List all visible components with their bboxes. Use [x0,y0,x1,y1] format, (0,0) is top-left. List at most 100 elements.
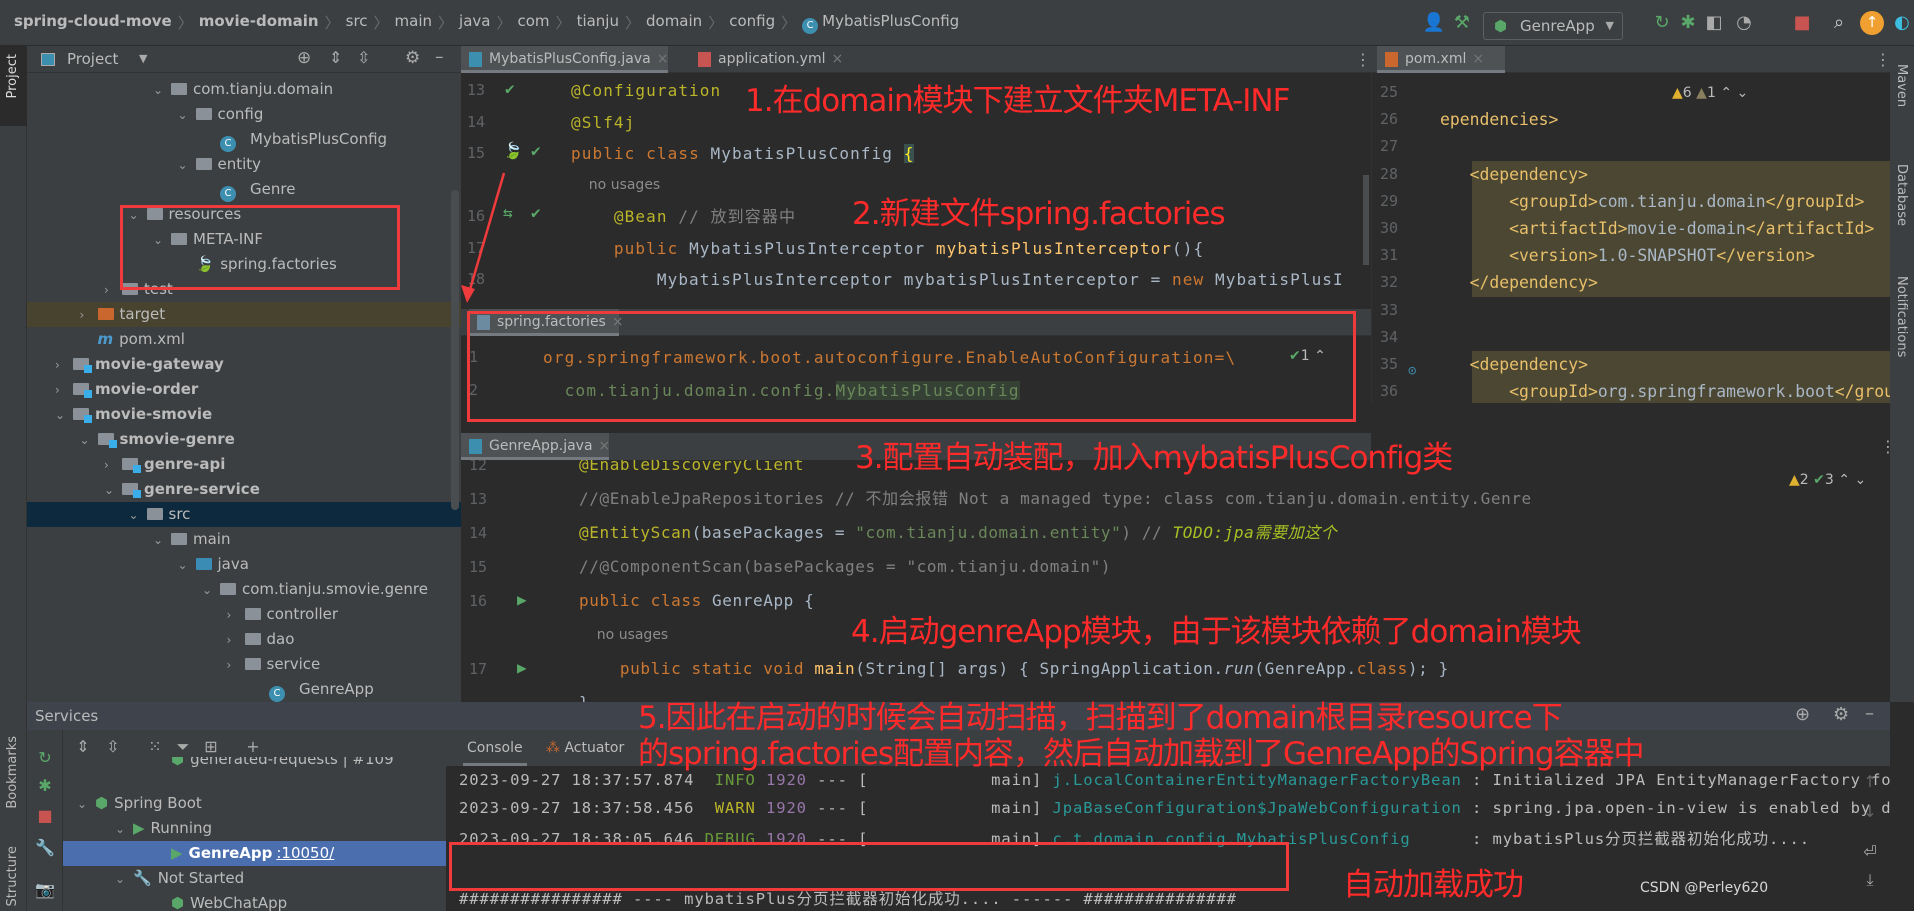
chevron-down-icon[interactable]: ⌄ [77,792,95,817]
chevron-down-icon[interactable]: ⌄ [153,78,171,103]
chevron-down-icon[interactable]: ⌄ [178,553,196,578]
chevron-down-icon[interactable]: ⌄ [129,503,147,528]
tree-item[interactable]: › movie-gateway [27,352,461,377]
tree-item[interactable]: ⌄ config [27,102,461,127]
bookmarks-stripe-label[interactable]: Bookmarks [5,736,20,809]
override-gutter-icon[interactable]: ⊙ [1408,363,1416,379]
chevron-down-icon[interactable]: ⌄ [153,528,171,553]
code-line[interactable]: public static void main(String[] args) {… [579,652,1449,686]
chevron-down-icon[interactable]: ▼ [139,52,147,65]
run-configuration-dropdown[interactable]: ⬢ GenreApp ▼ [1483,12,1623,40]
rerun-icon[interactable]: ↻ [1650,12,1674,34]
tab-actuator[interactable]: ⁂ Actuator [546,730,624,766]
code-line[interactable]: <artifactId>movie-domain</artifactId> [1440,215,1874,242]
code-line[interactable]: </dependency> [1440,269,1598,296]
tree-item[interactable]: m pom.xml [27,327,461,352]
breadcrumb-item[interactable]: domain [642,12,706,34]
maven-stripe-label[interactable]: Maven [1894,64,1909,107]
code-line[interactable]: public class MybatisPlusConfig { [571,138,915,170]
spring-config-icon[interactable]: 🍃 [503,141,523,160]
tree-item[interactable]: C MybatisPlusConfig [27,127,461,152]
inspection-widget[interactable]: ▲6 ▲1 ⌃ ⌄ [1672,85,1748,101]
chevron-down-icon[interactable]: ⌄ [115,817,133,842]
chevron-down-icon[interactable]: ⌄ [115,867,133,892]
run-gutter-icon[interactable]: ▶ [517,590,527,609]
gear-icon[interactable]: ⚙ [1833,704,1849,725]
run-with-coverage-icon[interactable]: ◧ [1702,12,1726,34]
code-line[interactable]: public class GenreApp { [579,584,814,618]
tree-item[interactable]: ⌄ entity [27,152,461,177]
inspection-widget[interactable]: ▲2 ✔3 ⌃ ⌄ [1789,472,1866,488]
tab-genreapp-java[interactable]: GenreApp.java × [461,433,611,460]
spring-bean-icon[interactable]: ✔ [531,203,541,222]
tab-application-yml[interactable]: application.yml × [690,46,843,73]
usage-hint[interactable]: no usages [579,618,668,652]
scroll-down-icon[interactable]: ↓ [1860,802,1880,821]
tree-item[interactable]: › controller [27,602,461,627]
tree-item[interactable]: ⌄ smovie-genre [27,427,461,452]
tree-item[interactable]: ⌄ genre-service [27,477,461,502]
chevron-right-icon[interactable]: › [55,378,73,403]
database-stripe-label[interactable]: Database [1894,164,1909,226]
tree-item[interactable]: ⌄ main [27,527,461,552]
stop-icon[interactable]: ■ [1790,12,1814,34]
tree-item[interactable]: › movie-order [27,377,461,402]
debug-icon[interactable]: ✱ [35,776,55,795]
chevron-right-icon[interactable]: › [227,603,245,628]
notifications-stripe-label[interactable]: Notifications [1894,276,1909,357]
project-tool-button[interactable]: Project [0,46,27,126]
chevron-up-icon[interactable]: ⌃ [1838,472,1850,488]
chevron-right-icon[interactable]: › [227,653,245,678]
profile-icon[interactable]: ◔ [1732,12,1756,34]
tree-item[interactable]: › genre-api [27,452,461,477]
service-item[interactable]: ⬢ WebChatApp [63,891,446,911]
close-icon[interactable]: × [1472,51,1484,67]
scroll-up-icon[interactable]: ↑ [1860,772,1880,791]
code-line[interactable]: @EnableDiscoveryClient [579,460,804,482]
tab-console[interactable]: Console [463,730,527,766]
update-icon[interactable]: ↑ [1860,11,1884,35]
collapse-all-icon[interactable]: ⇳ [103,737,123,756]
tab-mybatisplusconfig-java[interactable]: MybatisPlusConfig.java × [461,46,669,73]
chevron-down-icon[interactable]: ⌄ [80,428,98,453]
service-item[interactable]: ▶ GenreApp:10050/ [63,841,446,866]
camera-icon[interactable]: 📷 [35,880,55,899]
tree-item[interactable]: ⌄ com.tianju.smovie.genre [27,577,461,602]
chevron-down-icon[interactable]: ⌄ [202,578,220,603]
breadcrumb-item[interactable]: movie-domain [195,12,323,34]
chevron-down-icon[interactable]: ⌄ [178,103,196,128]
more-tabs-icon[interactable]: ⋮ [1875,50,1891,69]
project-view-selector[interactable]: Project [67,50,118,68]
close-icon[interactable]: × [599,438,611,454]
wrench-icon[interactable]: 🔧 [35,838,55,857]
code-line[interactable]: @Bean // 放到容器中 [571,201,796,233]
chevron-right-icon[interactable]: › [227,628,245,653]
target-icon[interactable]: ⊕ [1795,704,1810,725]
select-opened-file-icon[interactable]: ⊕ [297,48,311,68]
usage-hint[interactable]: no usages [571,170,660,202]
tree-item[interactable]: › target [27,302,461,327]
code-line[interactable]: public MybatisPlusInterceptor mybatisPlu… [571,233,1204,265]
tab-pom-xml[interactable]: pom.xml × [1377,46,1505,73]
tree-item[interactable]: ⌄ src [27,502,461,527]
code-line[interactable]: //@EnableJpaRepositories // 不加会报错 Not a … [579,482,1532,516]
editor-genreapp[interactable]: ▲2 ✔3 ⌃ ⌄ ▶ ▶ 12 @EnableDiscoveryClient 13… [461,460,1890,702]
collapse-all-icon[interactable]: ⇳ [357,48,370,67]
add-service-icon[interactable]: + [243,737,263,756]
code-line[interactable]: ependencies> [1440,106,1558,133]
tree-item[interactable]: › dao [27,627,461,652]
chevron-down-icon[interactable]: ⌄ [1854,472,1866,488]
code-line[interactable]: <dependency> [1440,351,1588,378]
chevron-down-icon[interactable]: ⌄ [55,403,73,428]
service-port-link[interactable]: :10050/ [276,844,334,862]
code-line[interactable]: <version>1.0-SNAPSHOT</version> [1440,242,1815,269]
code-line[interactable]: @EntityScan(basePackages = "com.tianju.d… [579,516,1337,550]
service-item[interactable]: ⌄ ⬢ Spring Boot [63,791,446,816]
hide-panel-icon[interactable]: – [1865,703,1874,724]
chevron-right-icon[interactable]: › [80,303,98,328]
chevron-down-icon[interactable]: ⌄ [1737,85,1749,101]
expand-all-icon[interactable]: ⇕ [329,48,342,67]
code-line[interactable]: } [579,686,589,702]
code-line[interactable]: @Configuration [571,75,721,107]
close-icon[interactable]: × [832,51,844,67]
